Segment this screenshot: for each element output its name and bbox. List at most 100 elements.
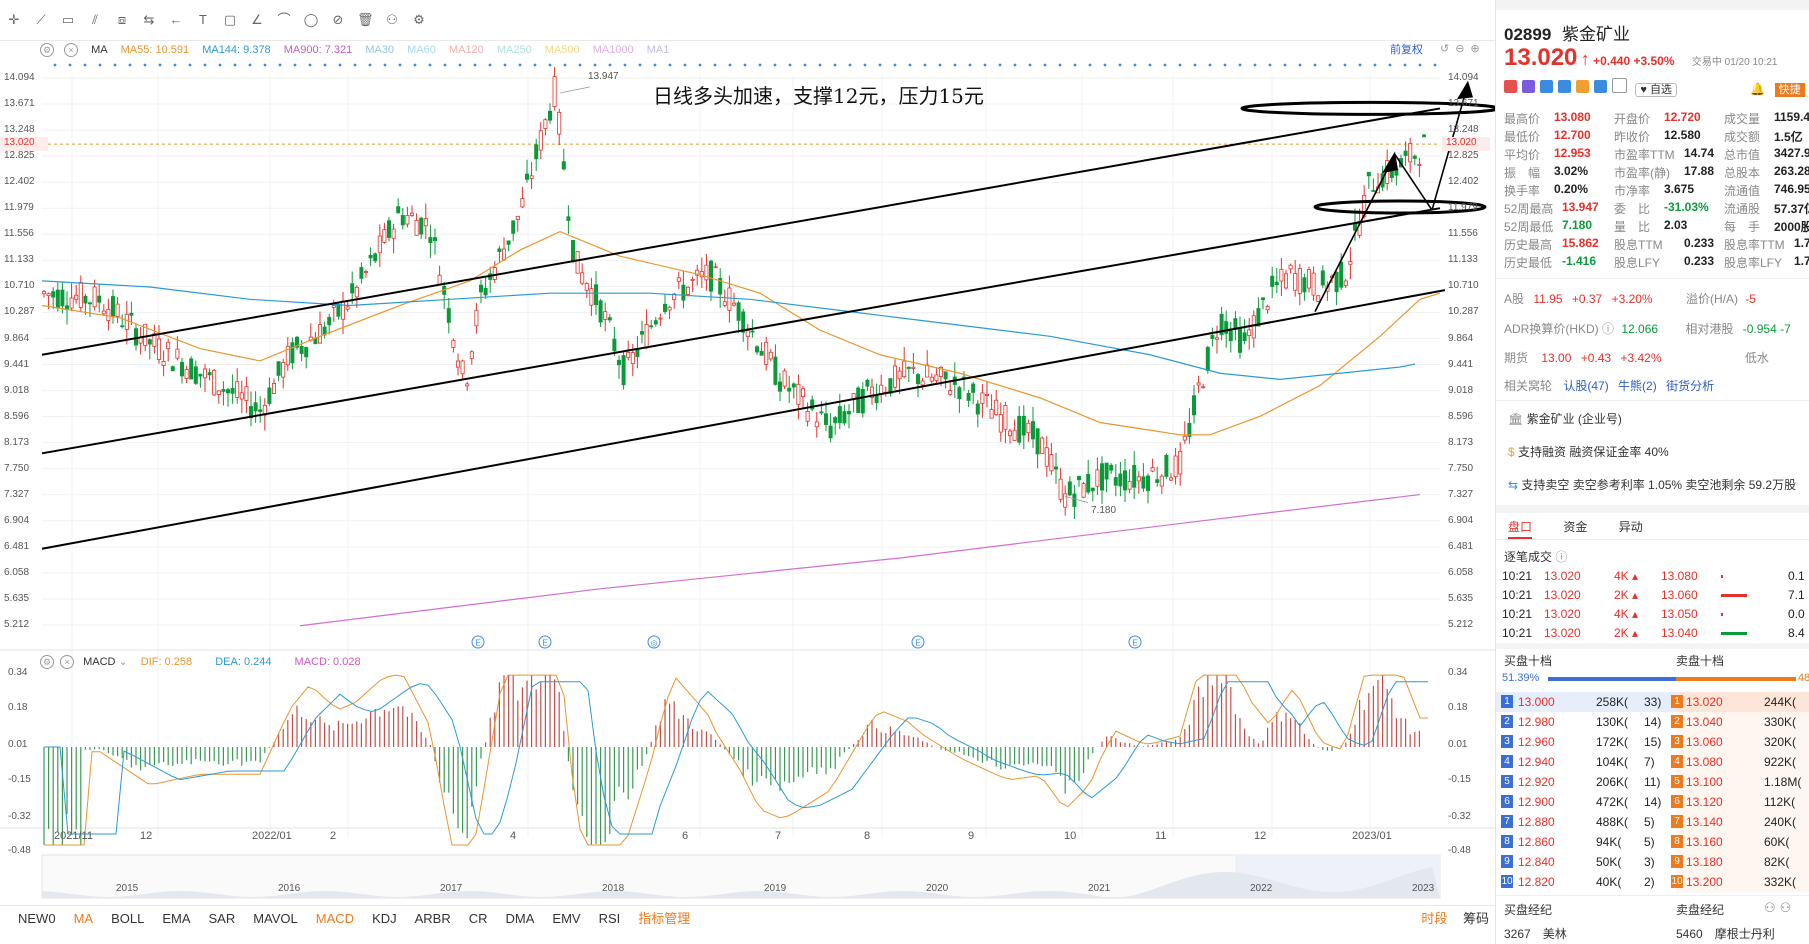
order-book-row[interactable]: 6 12.900 472K(14) 6 13.120 112K( bbox=[1496, 792, 1809, 812]
price-axis-label-left: 10.287 bbox=[4, 306, 35, 318]
chart-window-controls[interactable]: ↺⊖⊕ bbox=[1440, 42, 1486, 55]
ask-broker-row[interactable]: 5460 摩根士丹利 bbox=[1676, 925, 1775, 942]
street-link[interactable]: 街货分析 bbox=[1666, 379, 1714, 393]
order-book-row[interactable]: 8 12.860 94K(5) 8 13.160 60K( bbox=[1496, 832, 1809, 852]
indicator-tab[interactable]: NEW0 bbox=[9, 906, 65, 932]
bid-broker-row[interactable]: 3267 美林 bbox=[1504, 925, 1567, 942]
settings-icon[interactable]: ⚙ bbox=[411, 12, 427, 28]
dollar-icon[interactable] bbox=[1558, 80, 1571, 93]
settings-icon[interactable]: ⚙ bbox=[40, 655, 54, 670]
tab-order-book[interactable]: 盘口 bbox=[1508, 520, 1533, 539]
candle-body bbox=[386, 220, 391, 238]
candle-body bbox=[198, 373, 203, 377]
chevron-down-icon[interactable]: ⌄ bbox=[115, 656, 128, 668]
trend-line-icon[interactable]: ⟋ bbox=[33, 12, 49, 28]
indicator-tab[interactable]: KDJ bbox=[363, 906, 406, 932]
indicator-tab[interactable]: MA bbox=[65, 906, 103, 932]
chart-icon[interactable] bbox=[1576, 80, 1589, 93]
delete-icon[interactable]: 🗑 bbox=[357, 12, 374, 28]
circle-icon[interactable]: ◯ bbox=[303, 12, 319, 28]
ray-icon[interactable]: ∠ bbox=[249, 12, 265, 28]
stat-label: 平均价 bbox=[1504, 148, 1541, 162]
broker-tools-icon[interactable]: ⚇⚇ bbox=[1764, 900, 1795, 916]
indicator-tab[interactable]: 指标管理 bbox=[629, 906, 699, 932]
margin-row[interactable]: $ 支持融资 融资保证金率 40% bbox=[1508, 443, 1669, 460]
indicator-tab[interactable]: EMA bbox=[153, 906, 199, 932]
order-book-row[interactable]: 4 12.940 104K(7) 4 13.080 922K( bbox=[1496, 752, 1809, 772]
candle-body bbox=[603, 311, 608, 320]
indicator-tab[interactable]: BOLL bbox=[102, 906, 153, 932]
kline-chart[interactable]: E E ◎ E E bbox=[0, 55, 1495, 905]
bid-level: 1 bbox=[1501, 695, 1513, 708]
candle-body bbox=[1293, 273, 1298, 291]
bell-icon[interactable]: 🔔 bbox=[1750, 82, 1765, 96]
order-book-row[interactable]: 5 12.920 206K(11) 5 13.100 1.18M( bbox=[1496, 772, 1809, 792]
tab-movement[interactable]: 异动 bbox=[1619, 520, 1643, 534]
chips-tab[interactable]: 筹码 bbox=[1457, 906, 1495, 932]
candle-body bbox=[1090, 487, 1095, 492]
a-share-row[interactable]: A股 11.95 +0.37 +3.20% 溢价(H/A) -5 bbox=[1504, 290, 1756, 307]
price-axis-label-left: 6.058 bbox=[4, 566, 30, 578]
note-icon[interactable]: ▢ bbox=[222, 12, 238, 28]
measure-icon[interactable]: ⇆ bbox=[141, 12, 157, 28]
indicator-tab[interactable]: EMV bbox=[543, 906, 589, 932]
arc-icon[interactable]: ⌒ bbox=[276, 12, 292, 28]
order-book-row[interactable]: 3 12.960 172K(15) 3 13.060 320K( bbox=[1496, 732, 1809, 752]
order-book-row[interactable]: 7 12.880 488K(5) 7 13.140 240K( bbox=[1496, 812, 1809, 832]
rect-icon[interactable]: ▭ bbox=[60, 12, 76, 28]
indicator-tab[interactable]: MACD bbox=[307, 906, 363, 932]
tag-icon[interactable] bbox=[1594, 80, 1607, 93]
close-icon[interactable]: × bbox=[60, 655, 74, 670]
tab-capital[interactable]: 资金 bbox=[1563, 520, 1587, 534]
candle-body bbox=[451, 339, 456, 348]
ask-price: 13.160 bbox=[1686, 835, 1723, 849]
quick-trade-button[interactable]: 快捷 bbox=[1774, 83, 1805, 97]
indicator-tab[interactable]: MAVOL bbox=[244, 906, 307, 932]
candle-body bbox=[557, 111, 562, 135]
order-book-row[interactable]: 2 12.980 130K(14) 2 13.040 330K( bbox=[1496, 712, 1809, 732]
period-tab[interactable]: 时段 bbox=[1415, 906, 1453, 932]
cbbc-link[interactable]: 牛熊(2) bbox=[1618, 379, 1657, 393]
order-book-row[interactable]: 1 13.000 258K(33) 1 13.020 244K( bbox=[1496, 692, 1809, 712]
compare-icon[interactable] bbox=[1540, 80, 1553, 93]
price-axis-label-right: 6.058 bbox=[1448, 566, 1474, 578]
crosshair-icon[interactable]: ✛ bbox=[6, 12, 22, 28]
fib-icon[interactable]: ⫽ bbox=[87, 12, 103, 28]
indicator-tab[interactable]: RSI bbox=[590, 906, 630, 932]
ask-level: 8 bbox=[1671, 835, 1683, 848]
text-icon[interactable]: T bbox=[195, 12, 211, 28]
candle-body bbox=[653, 320, 658, 325]
company-account-row[interactable]: 🏛 紫金矿业 (企业号) bbox=[1508, 410, 1622, 427]
link-icon[interactable]: ⚇ bbox=[384, 12, 400, 28]
tick-price: 13.020 bbox=[1544, 569, 1581, 583]
order-book-row[interactable]: 9 12.840 50K(3) 9 13.180 82K( bbox=[1496, 852, 1809, 872]
alert-icon[interactable] bbox=[1504, 80, 1517, 93]
indicator-tab[interactable]: CR bbox=[460, 906, 497, 932]
bolt-icon[interactable] bbox=[1522, 80, 1535, 93]
ask-price: 13.040 bbox=[1686, 715, 1723, 729]
price-axis-label-left: 14.094 bbox=[4, 72, 35, 83]
doc-icon[interactable] bbox=[1612, 78, 1627, 93]
candle-body bbox=[83, 295, 88, 304]
candle-body bbox=[299, 345, 304, 354]
overview-year-label: 2021 bbox=[1088, 883, 1111, 894]
ask-volume: 320K( bbox=[1764, 735, 1797, 749]
indicator-tab[interactable]: DMA bbox=[497, 906, 544, 932]
order-book-row[interactable]: 10 12.820 40K(2) 10 13.200 332K( bbox=[1496, 872, 1809, 892]
favorite-button[interactable]: ♥ 自选 bbox=[1635, 83, 1677, 97]
warrant-link[interactable]: 认股(47) bbox=[1563, 379, 1608, 393]
bid-level: 10 bbox=[1501, 875, 1513, 888]
indicator-tab[interactable]: SAR bbox=[199, 906, 244, 932]
ban-icon[interactable]: ⊘ bbox=[330, 12, 346, 28]
short-row[interactable]: ⇆ 支持卖空 卖空参考利率 1.05% 卖空池剩余 59.2万股 bbox=[1508, 476, 1796, 493]
tick-row: 10:21 13.020 4K ▴ 13.080 0.1 bbox=[1496, 566, 1809, 586]
adr-row[interactable]: ADR换算价(HKD) ⓘ 12.066 相对港股 -0.954 -7 bbox=[1504, 320, 1791, 337]
futures-row[interactable]: 期货 13.00 +0.43 +3.42% 低水 bbox=[1504, 349, 1769, 366]
depth-bar bbox=[1721, 632, 1747, 635]
candle-body bbox=[929, 376, 934, 382]
arrow-icon[interactable]: ← bbox=[168, 12, 184, 28]
channel-icon[interactable]: ⧈ bbox=[114, 12, 130, 28]
candle-body bbox=[1196, 382, 1201, 386]
macd-label[interactable]: MACD bbox=[83, 656, 115, 668]
indicator-tab[interactable]: ARBR bbox=[406, 906, 460, 932]
